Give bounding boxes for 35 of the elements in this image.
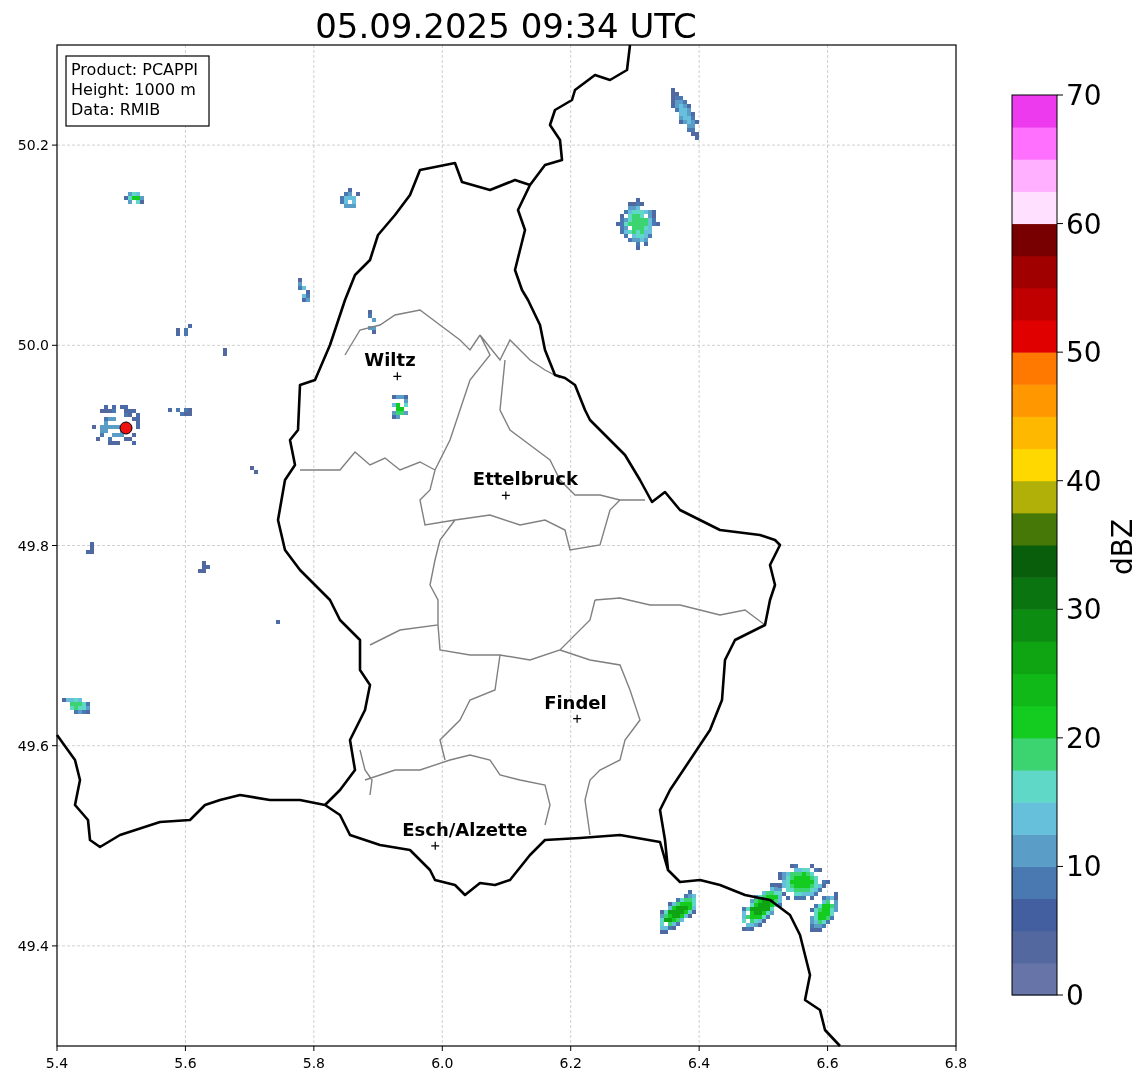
city-label: Findel bbox=[544, 691, 607, 713]
x-tick-label: 6.2 bbox=[559, 1055, 582, 1071]
x-tick-label: 5.4 bbox=[45, 1055, 69, 1071]
x-tick-label: 6.0 bbox=[431, 1055, 454, 1071]
colorbar-label: dBZ bbox=[1106, 518, 1139, 576]
colorbar-tick-label: 10 bbox=[1066, 850, 1102, 884]
colorbar-tick-label: 20 bbox=[1066, 721, 1102, 755]
radar-site-marker bbox=[119, 421, 133, 435]
colorbar-tick-label: 0 bbox=[1066, 979, 1084, 1012]
y-tick-label: 50.2 bbox=[17, 137, 49, 154]
x-tick-label: 6.4 bbox=[688, 1055, 711, 1071]
x-tick-label: 5.6 bbox=[174, 1055, 197, 1071]
colorbar-tick-label: 60 bbox=[1066, 207, 1102, 241]
city-label: Esch/Alzette bbox=[402, 818, 528, 840]
y-tick-label: 49.8 bbox=[17, 537, 49, 554]
y-tick-label: 49.4 bbox=[17, 937, 49, 954]
city-marker-icon bbox=[392, 371, 402, 381]
colorbar-tick-label: 40 bbox=[1066, 464, 1102, 498]
info-text: Product: PCAPPI bbox=[71, 60, 198, 79]
info-text: Data: RMIB bbox=[71, 100, 161, 119]
x-tick-label: 5.8 bbox=[302, 1055, 325, 1071]
chart-title: 05.09.2025 09:34 UTC bbox=[315, 6, 697, 46]
x-tick-label: 6.6 bbox=[816, 1055, 839, 1071]
city-marker-icon bbox=[501, 490, 511, 501]
y-tick-label: 50.0 bbox=[17, 337, 49, 354]
city-label: Ettelbruck bbox=[472, 468, 578, 490]
city-marker-icon bbox=[430, 841, 440, 851]
city-label: Wiltz bbox=[364, 349, 416, 371]
colorbar-tick-label: 70 bbox=[1066, 79, 1102, 112]
city-marker-icon bbox=[572, 714, 582, 724]
y-tick-label: 49.6 bbox=[17, 737, 49, 754]
colorbar-tick-label: 50 bbox=[1066, 336, 1102, 370]
colorbar-tick-label: 30 bbox=[1066, 593, 1102, 627]
info-text: Height: 1000 m bbox=[71, 80, 196, 99]
x-tick-label: 6.8 bbox=[944, 1055, 968, 1071]
